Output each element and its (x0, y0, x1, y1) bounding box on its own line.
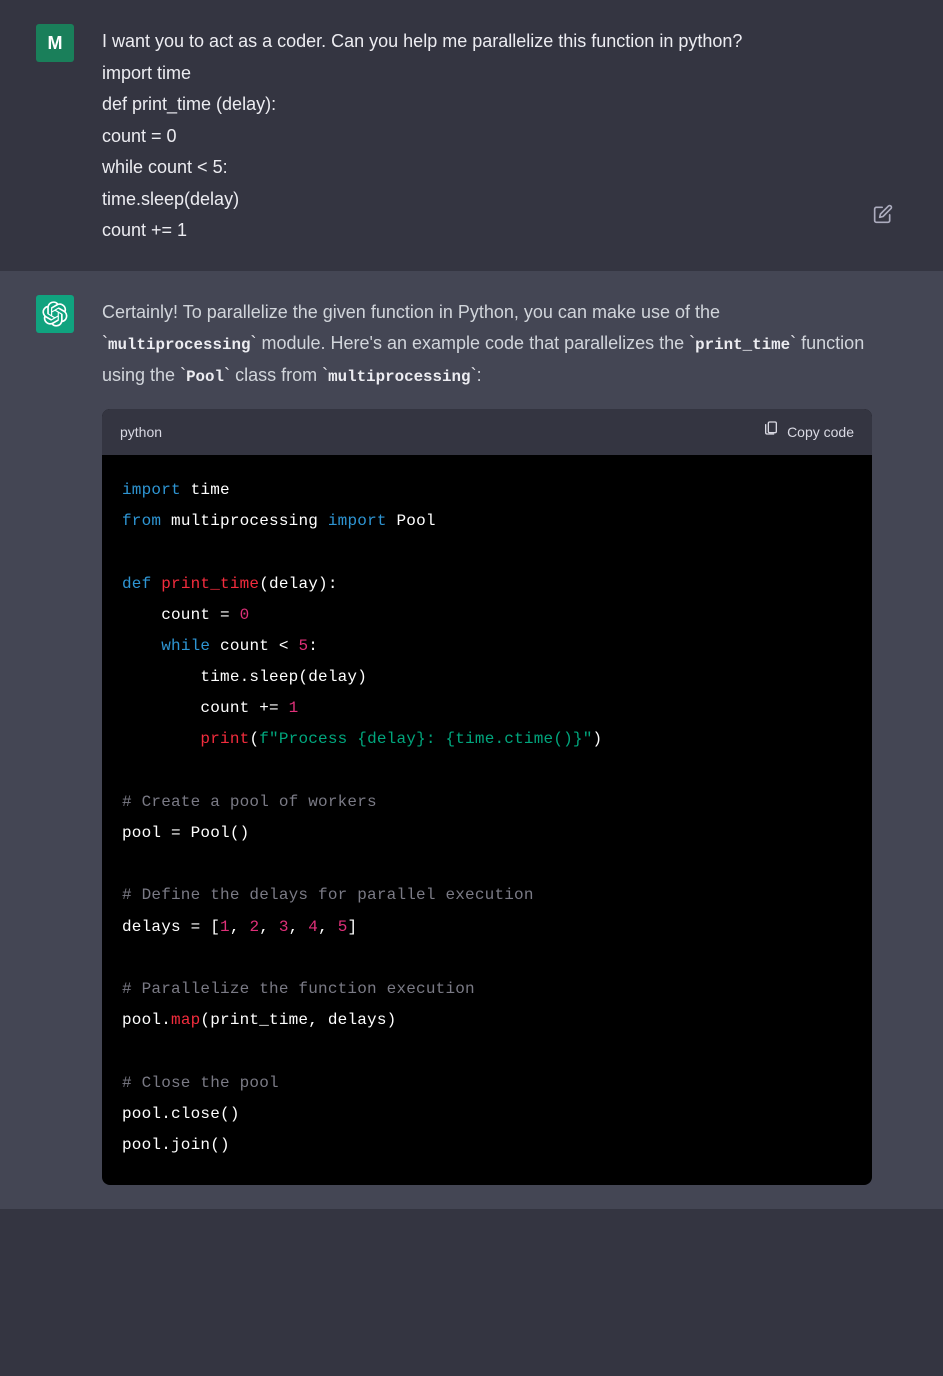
user-message: M I want you to act as a coder. Can you … (0, 0, 943, 271)
assistant-content: Certainly! To parallelize the given func… (102, 295, 872, 1186)
assistant-message: Certainly! To parallelize the given func… (0, 271, 943, 1210)
intro-text-1: Certainly! To parallelize the given func… (102, 302, 720, 322)
copy-code-button[interactable]: Copy code (763, 419, 854, 445)
inline-code-print-time: print_time (695, 336, 790, 354)
code-language-label: python (120, 420, 162, 445)
assistant-intro: Certainly! To parallelize the given func… (102, 297, 872, 392)
user-text: I want you to act as a coder. Can you he… (102, 26, 872, 247)
clipboard-icon (763, 419, 779, 445)
inline-code-pool: Pool (186, 368, 224, 386)
assistant-avatar (36, 295, 74, 333)
code-block: python Copy code import time from multip… (102, 409, 872, 1185)
inline-code-multiprocessing: multiprocessing (108, 336, 250, 354)
code-content: import time from multiprocessing import … (102, 455, 872, 1185)
intro-text-5: : (477, 365, 482, 385)
intro-text-4: class from (230, 365, 322, 385)
edit-icon[interactable] (873, 204, 893, 229)
code-header: python Copy code (102, 409, 872, 455)
intro-text-2: module. Here's an example code that para… (256, 333, 689, 353)
copy-code-label: Copy code (787, 420, 854, 445)
user-avatar-letter: M (48, 33, 63, 54)
inline-code-multiprocessing-2: multiprocessing (328, 368, 470, 386)
user-avatar: M (36, 24, 74, 62)
user-content: I want you to act as a coder. Can you he… (102, 24, 872, 247)
